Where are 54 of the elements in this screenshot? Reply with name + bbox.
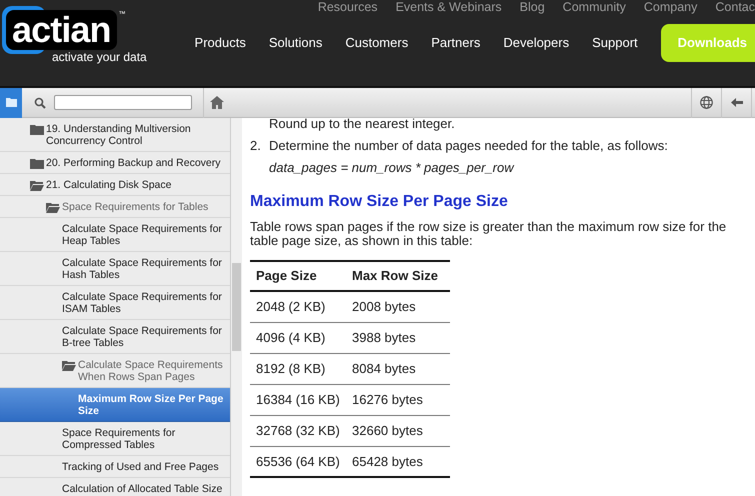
scroll-thumb[interactable] — [232, 263, 241, 351]
logo-tagline: activate your data — [51, 49, 148, 66]
table-cell: 32660 bytes — [352, 415, 450, 446]
nav-link[interactable]: Solutions — [268, 33, 322, 53]
table-cell: 65428 bytes — [352, 446, 450, 477]
top-link[interactable]: Resources — [318, 0, 378, 17]
nav-link[interactable]: Products — [194, 33, 246, 53]
top-link[interactable]: Events & Webinars — [396, 0, 502, 17]
nav-link[interactable]: Support — [592, 33, 638, 53]
home-icon[interactable] — [210, 96, 224, 109]
search-field[interactable] — [54, 95, 192, 110]
table-cell: 65536 (64 KB) — [250, 446, 352, 477]
top-link[interactable]: Blog — [520, 0, 545, 17]
formula: data_pages = num_rows * pages_per_row — [268, 160, 516, 176]
folder-icon — [30, 124, 44, 135]
table-cell: 32768 (32 KB) — [250, 415, 352, 446]
table-cell: 16384 (16 KB) — [250, 384, 352, 415]
step-number: 2. — [250, 138, 262, 154]
tree-item[interactable]: 20. Performing Backup and Recovery — [0, 152, 230, 174]
step-text: Round up to the nearest integer. — [268, 118, 456, 132]
folder-button[interactable] — [0, 88, 22, 118]
tree-item[interactable]: 19. Understanding Multiversion Concurrency Control — [0, 118, 230, 152]
open-folder-icon — [62, 360, 76, 371]
back-arrow-icon[interactable] — [730, 98, 742, 107]
nav-link[interactable]: Customers — [345, 33, 408, 53]
paragraph: Table rows span pages if the row size is greater than the maximum row size for the table page size, as shown in this table: — [250, 220, 728, 248]
nav-link[interactable]: Partners — [431, 33, 480, 53]
table-cell: 2008 bytes — [352, 291, 450, 322]
nav-link[interactable]: Developers — [503, 33, 570, 53]
table-cell: 3988 bytes — [352, 322, 450, 353]
folder-icon — [30, 158, 44, 169]
tree-item[interactable]: Maximum Row Size Per Page Size — [0, 388, 230, 422]
table-cell: 4096 (4 KB) — [250, 322, 352, 353]
tree-item[interactable]: Space Requirements for Tables — [0, 196, 230, 218]
scrollbar[interactable] — [230, 118, 242, 496]
open-folder-icon — [46, 202, 60, 213]
top-link[interactable]: Contac — [715, 0, 755, 17]
table-cell: 8084 bytes — [352, 353, 450, 384]
top-link[interactable]: Company — [644, 0, 698, 17]
top-link[interactable]: Community — [562, 0, 626, 17]
step-text: Determine the number of data pages needed for the table, as follows: — [269, 138, 668, 154]
globe-icon[interactable] — [700, 96, 713, 109]
open-folder-icon — [30, 180, 44, 191]
search-icon — [34, 96, 46, 108]
tree-item[interactable]: 21. Calculating Disk Space — [0, 174, 230, 196]
table-cell: 16276 bytes — [352, 384, 450, 415]
table-cell: 2048 (2 KB) — [250, 291, 352, 322]
tree-item[interactable]: Tracking of Used and Free Pages — [0, 456, 230, 478]
table-cell: 8192 (8 KB) — [250, 353, 352, 384]
column-header: Page Size — [250, 261, 352, 291]
logo-wordmark: actian — [6, 10, 117, 50]
folder-icon — [6, 98, 16, 107]
column-header: Max Row Size — [352, 261, 450, 291]
section-heading: Maximum Row Size Per Page Size — [250, 193, 509, 211]
